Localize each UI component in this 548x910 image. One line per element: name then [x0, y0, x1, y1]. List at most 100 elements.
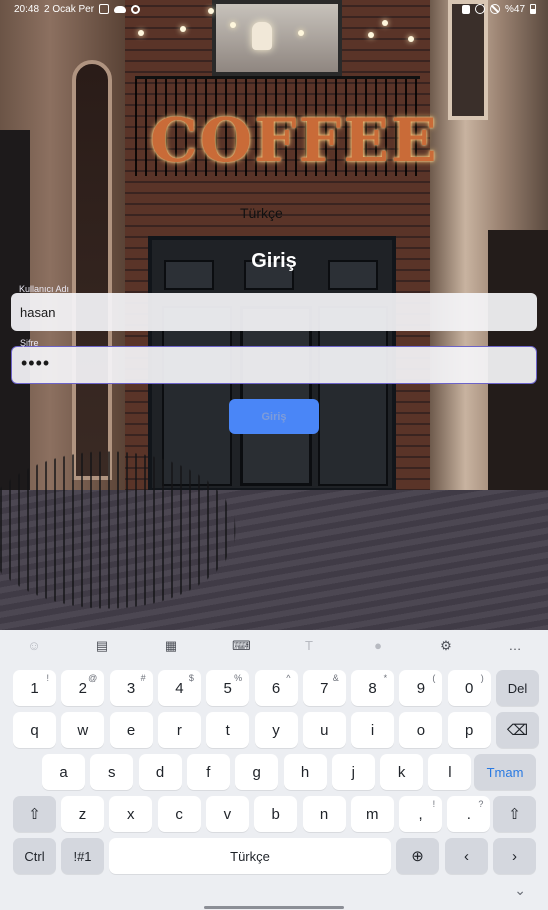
keyboard-layout-icon[interactable]: ⌨ — [232, 638, 251, 654]
key-hint: ? — [478, 799, 484, 809]
delete-key[interactable]: Del — [496, 670, 539, 706]
key-label: g — [252, 763, 261, 781]
settings-icon[interactable]: ⚙ — [438, 638, 454, 654]
key-label: b — [271, 805, 280, 823]
key-label: 9 — [416, 679, 426, 697]
key-i[interactable]: i — [351, 712, 395, 748]
key-x[interactable]: x — [109, 796, 153, 832]
key-9[interactable]: 9( — [399, 670, 443, 706]
key-r[interactable]: r — [157, 712, 201, 748]
key-label: d — [155, 763, 165, 781]
keyboard-mode-icon[interactable]: ▦ — [163, 638, 179, 654]
key-m[interactable]: m — [350, 796, 394, 832]
key-z[interactable]: z — [61, 796, 104, 832]
key-s[interactable]: s — [90, 754, 134, 790]
password-value[interactable]: •••• — [21, 353, 50, 374]
light-bulb — [298, 30, 304, 36]
key-label: 4 — [175, 679, 184, 697]
key-2[interactable]: 2 @ — [61, 670, 105, 706]
key-label: 6 — [271, 679, 281, 697]
key-label: l — [448, 763, 452, 781]
hanging-lamp — [252, 22, 272, 50]
key-t[interactable]: t — [206, 712, 250, 748]
key-label: t — [225, 721, 230, 739]
key-hint: ! — [432, 799, 436, 809]
key-g[interactable]: g — [235, 754, 279, 790]
clipboard-icon[interactable]: ▤ — [94, 638, 110, 654]
backspace-key[interactable]: ⌫ — [496, 712, 539, 748]
battery-icon — [530, 4, 536, 14]
coffee-sign: COFFEE — [150, 106, 439, 176]
password-field[interactable]: Şifre •••• — [11, 338, 537, 384]
key-1[interactable]: 1! — [13, 670, 56, 706]
key-j[interactable]: j — [331, 754, 375, 790]
key-q[interactable]: q — [13, 712, 56, 748]
key-p[interactable]: p — [447, 712, 491, 748]
status-bar: 20:48 2 Ocak Per %47 — [0, 0, 548, 18]
key-label: y — [272, 721, 280, 739]
key-label: . — [466, 805, 471, 823]
symbols-key[interactable]: !#1 — [61, 838, 104, 874]
microphone-icon[interactable]: ● — [370, 638, 386, 654]
shift-key-right[interactable]: ⇧ — [493, 796, 536, 832]
key-b[interactable]: b — [254, 796, 298, 832]
key-y[interactable]: y — [254, 712, 298, 748]
key-5[interactable]: 5% — [206, 670, 250, 706]
home-indicator[interactable] — [204, 906, 344, 909]
notification-icon — [461, 4, 470, 14]
shift-key-left[interactable]: ⇧ — [13, 796, 56, 832]
login-button[interactable]: Giriş — [229, 399, 319, 434]
ctrl-key[interactable]: Ctrl — [13, 838, 56, 874]
key-label: j — [351, 763, 355, 781]
key-label: 8 — [368, 679, 377, 697]
username-value[interactable]: hasan — [20, 305, 55, 320]
key-h[interactable]: h — [283, 754, 327, 790]
hide-keyboard-icon[interactable]: ⌄ — [514, 882, 526, 899]
cursor-left-key[interactable]: ‹ — [445, 838, 488, 874]
key-a[interactable]: a — [42, 754, 85, 790]
emoji-icon[interactable]: ☺ — [26, 638, 42, 654]
status-time: 20:48 — [14, 3, 40, 15]
more-icon[interactable]: … — [507, 638, 523, 654]
key-w[interactable]: w — [61, 712, 105, 748]
enter-key[interactable]: Tmam — [474, 754, 536, 790]
key-label: Türkçe — [230, 848, 270, 864]
key-7[interactable]: 7 & — [302, 670, 346, 706]
key-label: 7 — [320, 679, 329, 697]
key-d[interactable]: d — [138, 754, 182, 790]
key-period[interactable]: .? — [447, 796, 491, 832]
key-hint: % — [234, 673, 243, 683]
key-8[interactable]: 8 * — [351, 670, 395, 706]
key-c[interactable]: c — [157, 796, 201, 832]
key-6[interactable]: 6 ^ — [254, 670, 298, 706]
status-date: 2 Ocak Per — [44, 3, 95, 15]
key-label: u — [320, 721, 329, 739]
key-hint: # — [140, 673, 146, 683]
key-n[interactable]: n — [302, 796, 346, 832]
key-3[interactable]: 3 # — [109, 670, 153, 706]
backspace-icon: ⌫ — [506, 722, 529, 739]
key-0[interactable]: 0) — [447, 670, 491, 706]
chevron-left-icon: ‹ — [464, 847, 469, 865]
key-v[interactable]: v — [205, 796, 249, 832]
right-window — [448, 0, 488, 120]
language-selector[interactable]: Türkçe — [240, 205, 310, 221]
key-hint: ! — [46, 673, 49, 683]
key-hint: * — [383, 673, 388, 683]
cursor-right-key[interactable]: › — [493, 838, 536, 874]
key-k[interactable]: k — [380, 754, 424, 790]
key-l[interactable]: l — [428, 754, 472, 790]
key-label: v — [223, 805, 232, 823]
key-e[interactable]: e — [109, 712, 153, 748]
username-field[interactable]: Kullanıcı Adı hasan — [11, 284, 537, 331]
key-comma[interactable]: ,! — [399, 796, 443, 832]
key-label: , — [418, 805, 423, 823]
key-4[interactable]: 4 $ — [157, 670, 201, 706]
space-bar[interactable]: Türkçe — [109, 838, 391, 874]
text-style-icon[interactable]: T — [301, 638, 317, 654]
key-o[interactable]: o — [399, 712, 443, 748]
language-key[interactable]: ⊕ — [396, 838, 439, 874]
key-u[interactable]: u — [302, 712, 346, 748]
key-f[interactable]: f — [186, 754, 230, 790]
key-label: p — [465, 721, 474, 739]
